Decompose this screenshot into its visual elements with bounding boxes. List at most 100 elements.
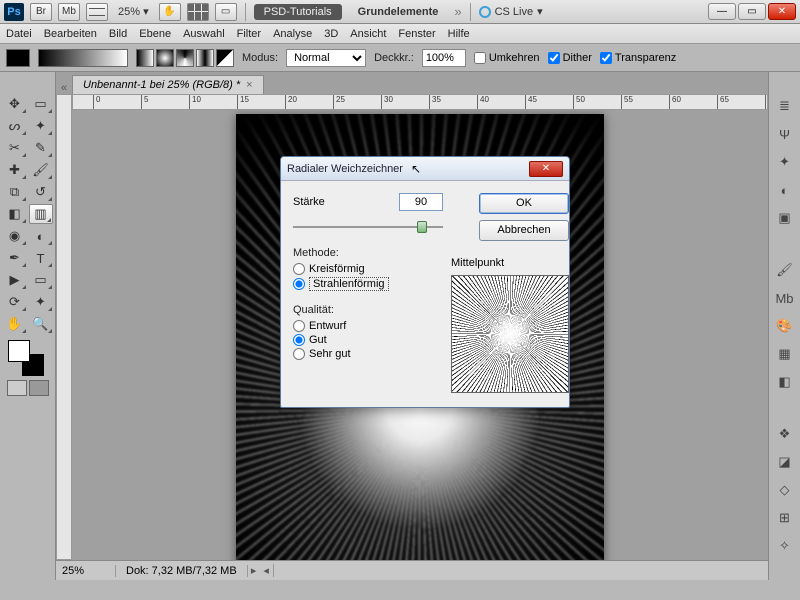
menu-filter[interactable]: Filter [237,28,261,40]
app-logo[interactable]: Ps [4,3,24,21]
history-brush-tool[interactable]: ↺ [29,182,53,202]
layers-panel-icon[interactable]: ❖ [774,424,796,444]
hand-tool[interactable]: ✋ [3,314,27,334]
ruler-horizontal[interactable]: 0510152025303540455055606570 [72,94,768,110]
gradient-diamond[interactable] [216,49,234,67]
menu-fenster[interactable]: Fenster [398,28,435,40]
status-docinfo[interactable]: Dok: 7,32 MB/7,32 MB [116,565,248,577]
dodge-tool[interactable]: ◐ [29,226,53,246]
tabstrip-chevron[interactable]: « [56,82,72,94]
quality-draft-radio[interactable]: Entwurf [293,319,443,333]
marquee-tool[interactable]: ▭ [29,94,53,114]
styles-panel-icon[interactable]: ◧ [774,372,796,392]
path-select-tool[interactable]: ▶ [3,270,27,290]
cancel-button[interactable]: Abbrechen [479,220,569,241]
eraser-tool[interactable]: ◧ [3,204,27,224]
arrange-button[interactable] [187,3,209,21]
zoom-dropdown[interactable]: 25% ▾ [114,5,153,18]
navigator-panel-icon[interactable]: ⊞ [774,508,796,528]
screenmode-button[interactable]: ▭ [215,3,237,21]
actions-panel-icon[interactable]: Ψ [774,124,796,144]
menu-auswahl[interactable]: Auswahl [183,28,225,40]
history-panel-icon[interactable]: ≣ [774,96,796,116]
eyedropper-tool[interactable]: ✎ [29,138,53,158]
lasso-tool[interactable]: ᔕ [3,116,27,136]
menu-hilfe[interactable]: Hilfe [448,28,470,40]
dialog-close-button[interactable]: ✕ [529,161,563,177]
stamp-tool[interactable]: ⧉ [3,182,27,202]
close-tab-icon[interactable]: × [246,79,252,91]
window-close[interactable]: ✕ [768,3,796,20]
channels-panel-icon[interactable]: ◪ [774,452,796,472]
status-zoom[interactable]: 25% [56,565,116,577]
foreground-color[interactable] [8,340,30,362]
gradient-tool[interactable]: ▥ [29,204,53,224]
brush-panel-icon[interactable]: 🖌 [774,260,796,280]
bridge-button[interactable]: Br [30,3,52,21]
gradient-preview[interactable] [38,49,128,67]
method-zoom-radio[interactable]: Strahlenförmig [293,276,443,292]
minibridge-button[interactable]: Mb [58,3,80,21]
reverse-check[interactable]: Umkehren [474,52,540,64]
menu-analyse[interactable]: Analyse [273,28,312,40]
slider-thumb[interactable] [417,221,427,233]
dither-check[interactable]: Dither [548,52,592,64]
hand-button[interactable]: ✋ [159,3,181,21]
quality-best-radio[interactable]: Sehr gut [293,347,443,361]
reverse-label: Umkehren [489,52,540,64]
window-maximize[interactable]: ▭ [738,3,766,20]
crop-tool[interactable]: ✂ [3,138,27,158]
workspace-psdtutorials[interactable]: PSD-Tutorials [254,4,342,20]
menu-datei[interactable]: Datei [6,28,32,40]
gradient-angle[interactable] [176,49,194,67]
amount-input[interactable] [399,193,443,211]
document-tab[interactable]: Unbenannt-1 bei 25% (RGB/8) * × [72,75,264,94]
heal-tool[interactable]: ✚ [3,160,27,180]
ruler-vertical[interactable] [56,94,72,560]
menu-bearbeiten[interactable]: Bearbeiten [44,28,97,40]
color-panel-icon[interactable]: 🎨 [774,316,796,336]
quickmask-toggle[interactable] [7,380,49,396]
3d-camera-tool[interactable]: ✦ [29,292,53,312]
zoom-tool[interactable]: 🔍 [29,314,53,334]
menu-bild[interactable]: Bild [109,28,127,40]
workspace-more[interactable]: » [454,4,461,19]
transparenz-check[interactable]: Transparenz [600,52,676,64]
brush-tool[interactable]: 🖌 [29,160,53,180]
gradient-radial[interactable] [156,49,174,67]
move-tool[interactable]: ✥ [3,94,27,114]
shape-tool[interactable]: ▭ [29,270,53,290]
blur-tool[interactable]: ◉ [3,226,27,246]
deck-input[interactable] [422,49,466,67]
type-tool[interactable]: T [29,248,53,268]
tool-preset[interactable] [6,49,30,67]
3d-tool[interactable]: ⟳ [3,292,27,312]
workspace-grundelemente[interactable]: Grundelemente [348,4,449,20]
gradient-reflected[interactable] [196,49,214,67]
window-minimize[interactable]: — [708,3,736,20]
hscroll-left[interactable]: ◂ [260,564,274,577]
ok-button[interactable]: OK [479,193,569,214]
quality-good-radio[interactable]: Gut [293,333,443,347]
swatches-panel-icon[interactable]: ▦ [774,344,796,364]
menu-3d[interactable]: 3D [324,28,338,40]
properties-panel-icon[interactable]: ✦ [774,152,796,172]
dialog-titlebar[interactable]: Radialer Weichzeichner ↖ ✕ [281,157,569,181]
modus-select[interactable]: Normal [286,49,366,67]
gradient-linear[interactable] [136,49,154,67]
method-spin-radio[interactable]: Kreisförmig [293,262,443,276]
menu-ebene[interactable]: Ebene [139,28,171,40]
amount-slider[interactable] [293,219,443,235]
play-panel-icon[interactable]: ▣ [774,208,796,228]
info-panel-icon[interactable]: ✧ [774,536,796,556]
menu-ansicht[interactable]: Ansicht [350,28,386,40]
color-swatches[interactable] [8,340,44,376]
blur-center-preview[interactable] [451,275,569,393]
minibridge-panel-icon[interactable]: Mb [774,288,796,308]
paths-panel-icon[interactable]: ◇ [774,480,796,500]
pen-tool[interactable]: ✒ [3,248,27,268]
cslive-button[interactable]: CS Live ▾ [479,5,543,18]
wand-tool[interactable]: ✦ [29,116,53,136]
adjustments-panel-icon[interactable]: ◐ [774,180,796,200]
view-extras-button[interactable] [86,3,108,21]
